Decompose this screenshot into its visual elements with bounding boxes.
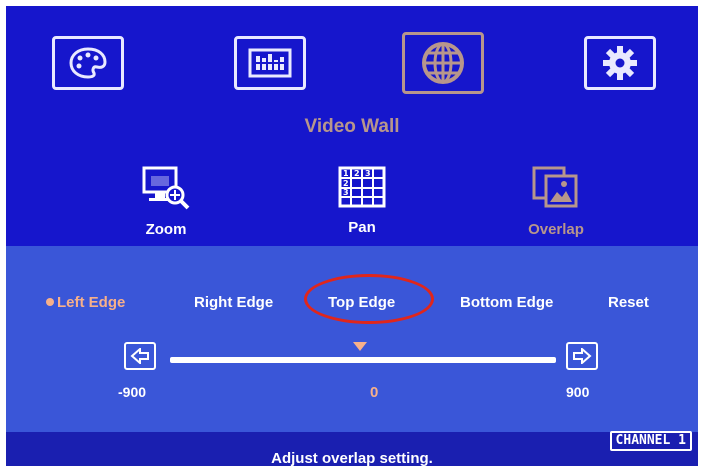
slider-max-label: 900 <box>566 384 590 400</box>
tab-adjust[interactable] <box>234 36 306 90</box>
menu-title: Video Wall <box>304 116 400 137</box>
globe-icon <box>422 42 464 84</box>
overlap-slider-track[interactable] <box>170 357 556 363</box>
submenu-overlap-label: Overlap <box>528 221 584 238</box>
tab-picture-frame <box>52 36 124 90</box>
slider-position-marker[interactable] <box>353 342 367 351</box>
arrow-right-icon <box>573 348 592 364</box>
tab-system[interactable] <box>584 36 656 90</box>
main-menu-area: Video Wall Zoom 1 2 3 2 3 Pan Overlap <box>6 6 698 246</box>
submenu-zoom-label: Zoom <box>145 221 187 238</box>
tab-adjust-frame <box>234 36 306 90</box>
option-reset[interactable]: Reset <box>608 294 649 311</box>
annotation-circle <box>304 274 434 324</box>
slider-increase-button[interactable] <box>566 342 598 370</box>
tab-picture[interactable] <box>52 36 124 90</box>
osd-screen: Video Wall Zoom 1 2 3 2 3 Pan Overlap Le… <box>6 6 698 466</box>
selected-dot-icon <box>46 298 54 307</box>
overlap-icon <box>532 166 578 208</box>
submenu-pan[interactable]: 123 23 Pan <box>302 164 422 236</box>
status-message: Adjust overlap setting. <box>271 450 433 466</box>
option-left-edge[interactable]: Left Edge <box>46 294 125 311</box>
gear-icon <box>603 46 637 80</box>
option-bottom-edge[interactable]: Bottom Edge <box>460 294 553 311</box>
channel-badge: CHANNEL 1 <box>609 431 692 451</box>
slider-min-label: -900 <box>118 384 147 400</box>
svg-text:2: 2 <box>343 179 349 188</box>
svg-text:3: 3 <box>343 188 349 197</box>
tab-video-wall-frame <box>402 32 484 94</box>
option-left-edge-label: Left Edge <box>57 294 126 311</box>
tab-video-wall[interactable] <box>402 32 484 94</box>
slider-value-label: 0 <box>370 384 379 401</box>
slider-decrease-button[interactable] <box>124 342 156 370</box>
tab-system-frame <box>584 36 656 90</box>
submenu-overlap[interactable]: Overlap <box>496 164 616 238</box>
svg-text:3: 3 <box>365 169 371 178</box>
arrow-left-icon <box>130 348 149 364</box>
submenu-zoom[interactable]: Zoom <box>106 164 226 238</box>
svg-text:2: 2 <box>354 169 360 178</box>
submenu-pan-label: Pan <box>348 219 376 236</box>
sliders-icon <box>248 48 292 78</box>
option-right-edge[interactable]: Right Edge <box>194 294 273 311</box>
palette-icon <box>69 47 107 79</box>
zoom-icon <box>142 166 190 210</box>
svg-text:1: 1 <box>343 169 349 178</box>
pan-grid-icon: 123 23 <box>338 166 386 208</box>
